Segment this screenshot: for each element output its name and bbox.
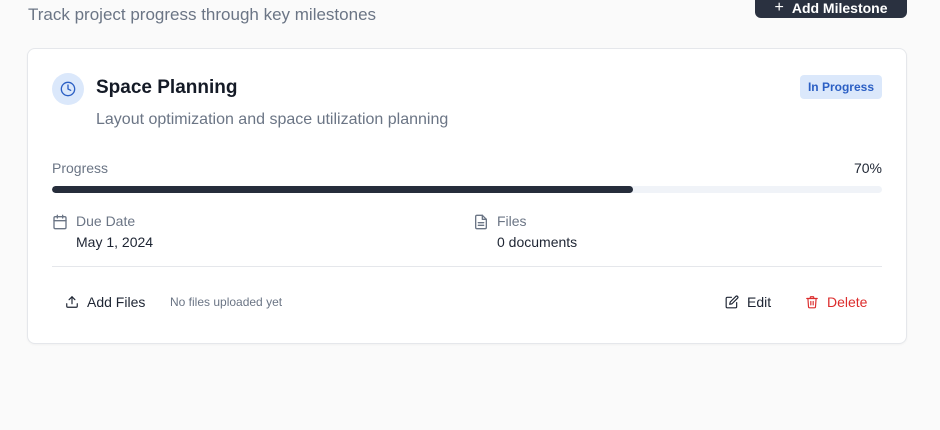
files-info: Files 0 documents xyxy=(473,212,577,252)
progress-bar-fill xyxy=(52,186,633,193)
plus-icon: + xyxy=(774,0,784,16)
milestone-title: Space Planning xyxy=(96,77,238,98)
edit-button[interactable]: Edit xyxy=(725,289,771,315)
status-badge: In Progress xyxy=(799,75,882,99)
add-milestone-label: Add Milestone xyxy=(791,0,888,16)
edit-label: Edit xyxy=(747,294,772,310)
page-subtitle: Track project progress through key miles… xyxy=(28,5,377,24)
due-date-info: Due Date May 1, 2024 xyxy=(52,212,153,252)
file-text-icon xyxy=(473,214,489,230)
milestone-description: Layout optimization and space utilizatio… xyxy=(96,111,449,128)
due-date-label: Due Date xyxy=(76,213,136,229)
files-count: 0 documents xyxy=(497,234,578,250)
files-label: Files xyxy=(497,213,527,229)
progress-bar xyxy=(52,186,882,193)
delete-label: Delete xyxy=(827,294,868,310)
upload-icon xyxy=(65,295,79,309)
due-date-value: May 1, 2024 xyxy=(76,234,154,250)
milestone-card: Space Planning In Progress Layout optimi… xyxy=(27,48,907,344)
progress-value: 70% xyxy=(853,160,882,176)
add-milestone-button[interactable]: + Add Milestone xyxy=(755,0,907,18)
trash-icon xyxy=(805,295,819,309)
add-files-button[interactable]: Add Files xyxy=(65,289,145,315)
edit-icon xyxy=(725,295,739,309)
add-files-label: Add Files xyxy=(87,294,146,310)
progress-label: Progress xyxy=(52,160,109,176)
calendar-icon xyxy=(52,214,68,230)
delete-button[interactable]: Delete xyxy=(805,289,867,315)
card-divider xyxy=(52,266,882,267)
clock-icon xyxy=(52,73,84,105)
milestones-page: Track project progress through key miles… xyxy=(0,0,940,430)
no-files-text: No files uploaded yet xyxy=(170,295,283,309)
